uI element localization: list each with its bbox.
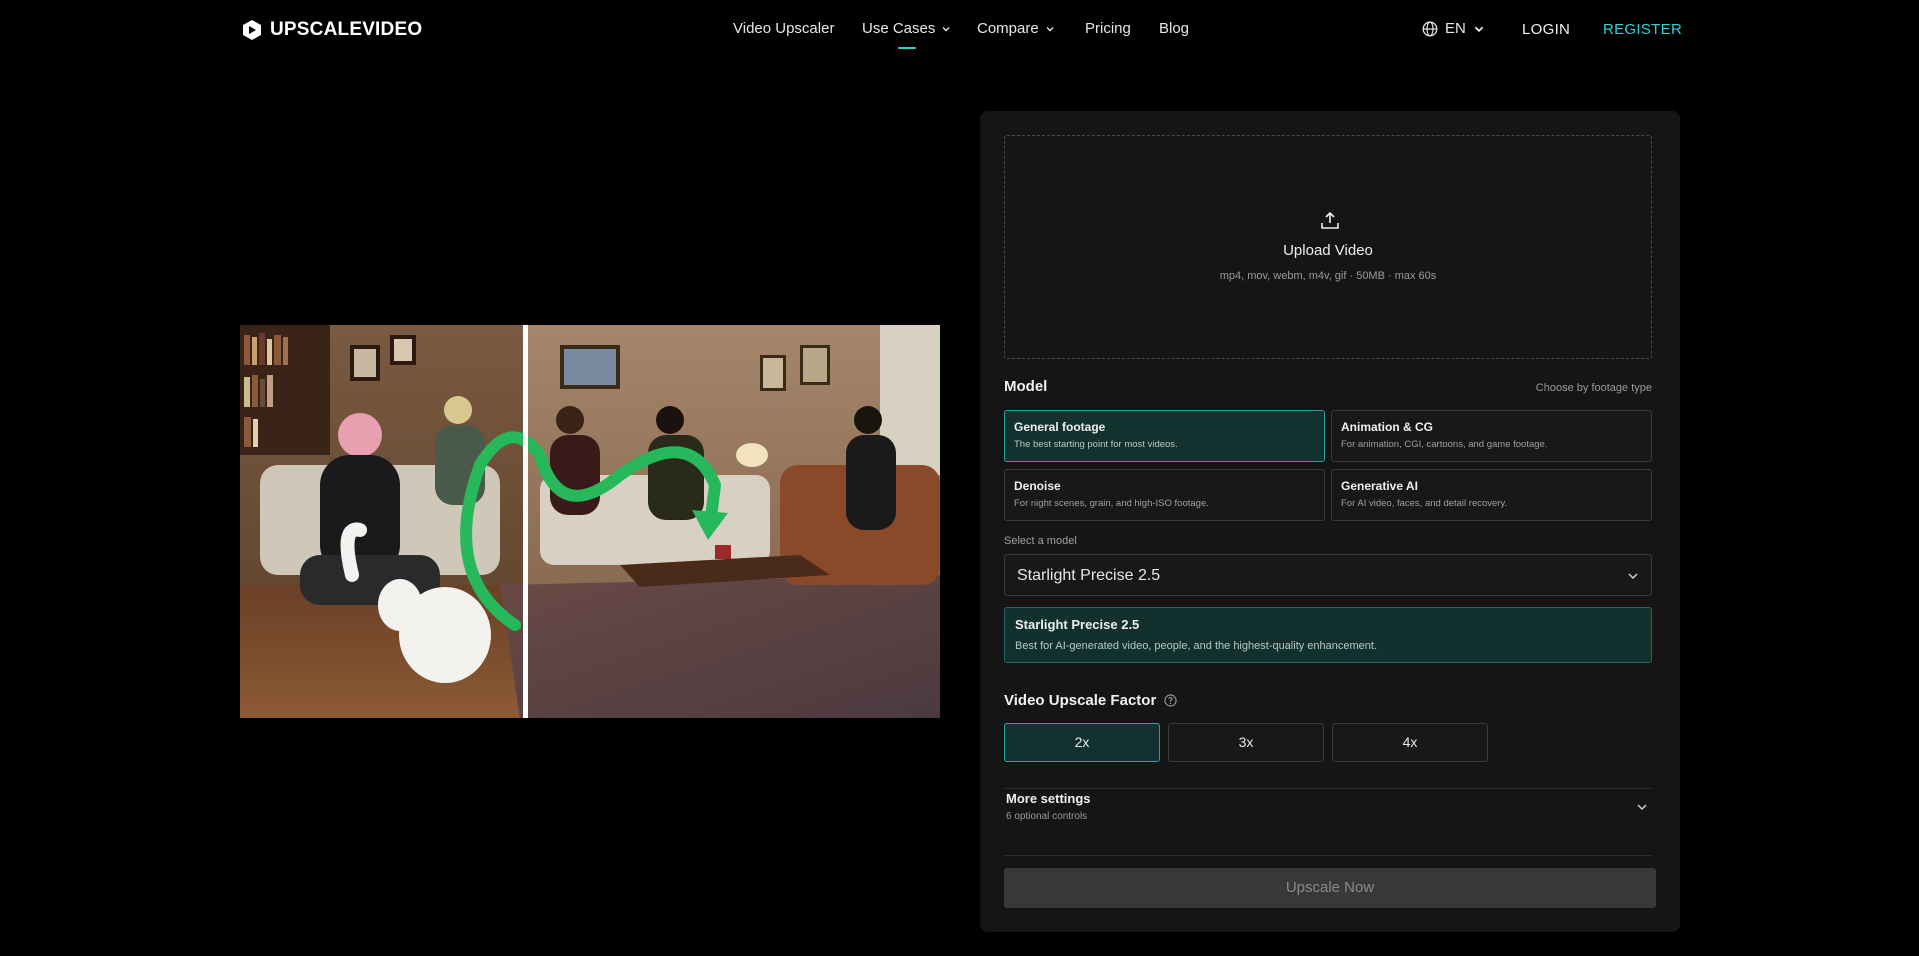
model-card-denoise[interactable]: Denoise For night scenes, grain, and hig… bbox=[1004, 469, 1325, 521]
login-link[interactable]: LOGIN bbox=[1522, 21, 1570, 38]
nav-blog[interactable]: Blog bbox=[1159, 20, 1189, 37]
model-card-title: Animation & CG bbox=[1341, 420, 1433, 434]
logo-icon bbox=[243, 20, 261, 40]
model-info-box: Starlight Precise 2.5 Best for AI-genera… bbox=[1004, 607, 1652, 663]
chevron-down-icon bbox=[1474, 26, 1484, 32]
register-link[interactable]: REGISTER bbox=[1603, 21, 1682, 38]
nav-link-label: Blog bbox=[1159, 20, 1190, 37]
upload-dropzone[interactable]: Upload Video mp4, mov, webm, m4v, gif · … bbox=[1004, 135, 1652, 359]
more-settings-title: More settings bbox=[1006, 791, 1091, 806]
factor-2x-button[interactable]: 2x bbox=[1004, 723, 1160, 762]
chevron-down-icon bbox=[1637, 804, 1647, 810]
nav-video-upscaler[interactable]: Video Upscaler bbox=[733, 20, 834, 37]
factor-3x-button[interactable]: 3x bbox=[1168, 723, 1324, 762]
nav-link-label: Compare bbox=[977, 20, 1039, 37]
nav-link-label: Use Cases bbox=[862, 20, 936, 37]
model-label: Model bbox=[1004, 378, 1048, 395]
more-settings-subtitle: 6 optional controls bbox=[1006, 811, 1088, 822]
chevron-down-icon bbox=[1046, 26, 1054, 31]
help-icon[interactable] bbox=[1164, 694, 1177, 707]
nav-compare[interactable]: Compare bbox=[977, 20, 1055, 37]
upload-title: Upload Video bbox=[1283, 242, 1373, 259]
nav-link-label: Video Upscaler bbox=[733, 20, 835, 37]
before-after-preview[interactable] bbox=[240, 325, 940, 718]
model-card-title: General footage bbox=[1014, 420, 1106, 434]
upscale-now-button[interactable]: Upscale Now bbox=[1004, 868, 1656, 908]
model-card-desc: For animation, CGI, cartoons, and game f… bbox=[1341, 439, 1548, 450]
model-card-generative[interactable]: Generative AI For AI video, faces, and d… bbox=[1331, 469, 1652, 521]
nav-pricing[interactable]: Pricing bbox=[1085, 20, 1131, 37]
globe-icon bbox=[1422, 21, 1438, 36]
model-card-title: Generative AI bbox=[1341, 479, 1418, 493]
upload-formats: mp4, mov, webm, m4v, gif · 50MB · max 60… bbox=[1219, 270, 1437, 282]
model-card-animation[interactable]: Animation & CG For animation, CGI, carto… bbox=[1331, 410, 1652, 462]
nav-use-cases[interactable]: Use Cases bbox=[862, 20, 951, 49]
brand-logo[interactable]: UPSCALEVIDEO bbox=[242, 17, 422, 43]
model-card-general[interactable]: General footage The best starting point … bbox=[1004, 410, 1325, 462]
chevron-down-icon bbox=[1628, 573, 1638, 579]
brand-name: UPSCALEVIDEO bbox=[270, 19, 423, 40]
divider bbox=[1004, 855, 1652, 856]
upscale-factor-label: Video Upscale Factor bbox=[1004, 692, 1177, 709]
chevron-down-icon bbox=[942, 26, 950, 31]
model-info-desc: Best for AI-generated video, people, and… bbox=[1015, 640, 1378, 652]
language-label: EN bbox=[1445, 20, 1466, 37]
model-hint: Choose by footage type bbox=[1535, 382, 1652, 394]
model-select-value: Starlight Precise 2.5 bbox=[1017, 567, 1161, 584]
nav-link-label: Pricing bbox=[1085, 20, 1131, 37]
comparison-slider[interactable] bbox=[523, 325, 528, 718]
upscale-factor-title: Video Upscale Factor bbox=[1004, 692, 1157, 709]
model-card-desc: For night scenes, grain, and high-ISO fo… bbox=[1014, 498, 1209, 509]
upload-icon bbox=[1321, 212, 1339, 229]
upscale-panel: Upload Video mp4, mov, webm, m4v, gif · … bbox=[980, 111, 1680, 932]
model-card-title: Denoise bbox=[1014, 479, 1061, 493]
model-select-label: Select a model bbox=[1004, 535, 1077, 547]
preview-image bbox=[240, 325, 940, 718]
factor-4x-button[interactable]: 4x bbox=[1332, 723, 1488, 762]
model-select[interactable]: Starlight Precise 2.5 bbox=[1004, 554, 1652, 596]
more-settings-toggle[interactable]: More settings 6 optional controls bbox=[1004, 789, 1652, 829]
model-card-desc: The best starting point for most videos. bbox=[1014, 439, 1178, 450]
top-nav: UPSCALEVIDEO Video Upscaler Use Cases Co… bbox=[0, 0, 1919, 60]
model-card-desc: For AI video, faces, and detail recovery… bbox=[1341, 498, 1508, 509]
nav-right: EN bbox=[1422, 20, 1485, 37]
model-info-title: Starlight Precise 2.5 bbox=[1015, 617, 1140, 632]
language-selector[interactable]: EN bbox=[1422, 20, 1485, 37]
